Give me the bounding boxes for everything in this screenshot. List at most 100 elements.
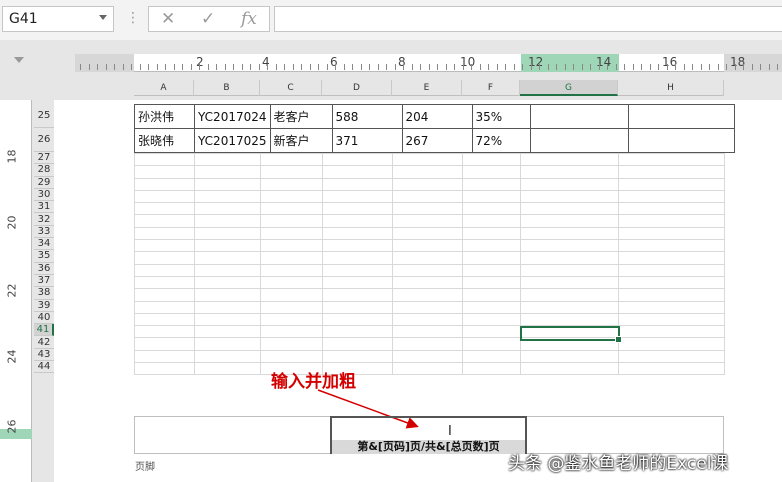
cell[interactable] — [322, 275, 393, 290]
row-header-32[interactable]: 32 — [34, 213, 54, 226]
cell[interactable] — [520, 300, 619, 314]
cell[interactable] — [627, 128, 735, 153]
column-header-c[interactable]: C — [260, 80, 322, 96]
cell[interactable] — [462, 239, 521, 253]
cell[interactable] — [462, 263, 521, 277]
cell[interactable] — [392, 165, 463, 179]
data-table[interactable]: 孙洪伟 YC2017024 老客户 588 204 35% 张晓伟 YC2017025 新客户 3… — [134, 104, 735, 153]
cell[interactable] — [322, 325, 393, 339]
cell[interactable] — [462, 226, 521, 241]
cell[interactable] — [134, 263, 195, 277]
name-box[interactable]: G41 — [2, 6, 114, 32]
cell[interactable] — [134, 152, 195, 167]
cell[interactable] — [462, 312, 521, 327]
column-header-h[interactable]: H — [618, 80, 724, 96]
cell[interactable] — [520, 165, 619, 179]
cell[interactable] — [520, 177, 619, 191]
row-header-26[interactable]: 26 — [34, 128, 54, 152]
cell[interactable] — [260, 325, 323, 339]
column-header-d[interactable]: D — [322, 80, 392, 96]
cell[interactable]: 新客户 — [269, 128, 333, 153]
cell[interactable] — [618, 263, 725, 277]
cell[interactable]: YC2017025 — [194, 128, 271, 153]
cell[interactable] — [134, 275, 195, 290]
cell[interactable] — [194, 226, 261, 241]
cell[interactable] — [618, 165, 725, 179]
row-header-31[interactable]: 31 — [34, 201, 54, 214]
cell[interactable] — [194, 288, 261, 302]
cell[interactable] — [194, 325, 261, 339]
cell[interactable] — [322, 288, 393, 302]
cell[interactable] — [462, 177, 521, 191]
cell[interactable] — [462, 202, 521, 216]
cell[interactable] — [618, 325, 725, 339]
formula-input[interactable] — [274, 6, 782, 32]
cell[interactable] — [392, 263, 463, 277]
cell[interactable] — [194, 152, 261, 167]
row-header-25[interactable]: 25 — [34, 104, 54, 128]
cell[interactable] — [260, 288, 323, 302]
cell[interactable] — [520, 288, 619, 302]
cell[interactable] — [392, 337, 463, 351]
column-header-b[interactable]: B — [194, 80, 260, 96]
cell[interactable] — [322, 239, 393, 253]
cell[interactable] — [194, 349, 261, 364]
cell[interactable] — [322, 349, 393, 364]
cell[interactable] — [520, 312, 619, 327]
cell[interactable] — [618, 362, 725, 376]
cell[interactable] — [260, 300, 323, 314]
row-header-43[interactable]: 43 — [34, 348, 54, 362]
row-header-34[interactable]: 34 — [34, 238, 54, 251]
cell[interactable]: 267 — [401, 128, 473, 153]
cell[interactable] — [462, 300, 521, 314]
cell[interactable] — [322, 152, 393, 167]
cell[interactable] — [618, 275, 725, 290]
cell[interactable] — [194, 263, 261, 277]
ruler-left-margin[interactable] — [75, 54, 134, 72]
selected-cell-g41[interactable] — [520, 326, 622, 343]
cell[interactable] — [134, 349, 195, 364]
cell[interactable] — [260, 239, 323, 253]
cell[interactable] — [260, 275, 323, 290]
cell[interactable] — [260, 214, 323, 228]
cell[interactable] — [520, 226, 619, 241]
cell[interactable] — [462, 165, 521, 179]
cell[interactable] — [520, 275, 619, 290]
cell[interactable]: 孙洪伟 — [134, 104, 195, 129]
cell[interactable] — [134, 337, 195, 351]
cell[interactable] — [462, 275, 521, 290]
cell[interactable] — [194, 300, 261, 314]
cell[interactable] — [194, 239, 261, 253]
cell[interactable] — [618, 202, 725, 216]
footer-center-text[interactable]: 第&[页码]页/共&[总页数]页 — [332, 440, 525, 454]
cell[interactable] — [520, 214, 619, 228]
cell[interactable] — [322, 337, 393, 351]
row-header-30[interactable]: 30 — [34, 188, 54, 202]
cell[interactable] — [134, 312, 195, 327]
cell[interactable] — [134, 300, 195, 314]
cell[interactable] — [134, 325, 195, 339]
column-header-f[interactable]: F — [462, 80, 520, 96]
cell[interactable] — [260, 165, 323, 179]
cell[interactable] — [520, 152, 619, 167]
cell[interactable] — [520, 362, 619, 376]
cell[interactable] — [134, 251, 195, 265]
cell[interactable] — [618, 312, 725, 327]
cell[interactable] — [462, 288, 521, 302]
cell[interactable] — [392, 177, 463, 191]
cell[interactable] — [322, 165, 393, 179]
cell[interactable] — [520, 349, 619, 364]
cell[interactable] — [322, 189, 393, 204]
cell[interactable] — [260, 263, 323, 277]
cancel-icon[interactable]: ✕ — [161, 9, 175, 29]
cell[interactable] — [194, 275, 261, 290]
cell[interactable] — [260, 226, 323, 241]
cell[interactable] — [134, 288, 195, 302]
cell[interactable]: 老客户 — [269, 104, 333, 129]
cell[interactable] — [322, 202, 393, 216]
cell[interactable] — [392, 189, 463, 204]
cell[interactable] — [260, 251, 323, 265]
cell[interactable] — [260, 189, 323, 204]
cell[interactable] — [618, 177, 725, 191]
cell[interactable] — [462, 337, 521, 351]
